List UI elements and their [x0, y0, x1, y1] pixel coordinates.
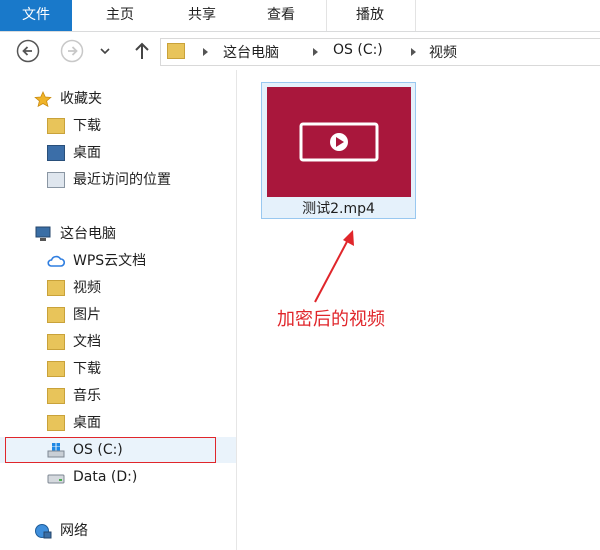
music-folder-icon [47, 388, 65, 404]
up-button[interactable] [130, 39, 154, 63]
folder-icon [167, 43, 185, 59]
cloud-icon [47, 255, 65, 267]
forward-button[interactable] [60, 39, 84, 63]
tab-file[interactable]: 文件 [0, 0, 72, 31]
navigation-bar: 这台电脑 OS (C:) 视频 [0, 32, 600, 70]
downloads-folder-icon [47, 118, 65, 134]
up-arrow-icon [135, 42, 149, 59]
chevron-down-icon [100, 48, 110, 55]
breadcrumb-videos[interactable]: 视频 [429, 42, 457, 62]
desktop-folder-icon [47, 415, 65, 431]
annotation-arrow-icon [314, 230, 354, 303]
computer-icon [35, 226, 51, 241]
video-thumbnail [267, 87, 411, 197]
downloads-folder-icon [47, 361, 65, 377]
tab-divider [326, 0, 327, 31]
breadcrumb-os-c[interactable]: OS (C:) [333, 42, 383, 58]
video-play-icon [299, 122, 379, 162]
back-button[interactable] [16, 39, 40, 63]
chevron-right-icon [313, 48, 318, 56]
tab-divider [415, 0, 416, 31]
chevron-right-icon [411, 48, 416, 56]
tab-home[interactable]: 主页 [90, 0, 150, 31]
videos-folder-icon [47, 280, 65, 296]
annotation-label: 加密后的视频 [277, 309, 385, 330]
file-name: 测试2.mp4 [302, 201, 375, 217]
back-arrow-icon [16, 39, 40, 63]
tab-view[interactable]: 查看 [251, 0, 311, 31]
tab-play[interactable]: 播放 [340, 0, 400, 31]
documents-folder-icon [47, 334, 65, 350]
chevron-right-icon [203, 48, 208, 56]
forward-arrow-icon [60, 39, 84, 63]
pictures-folder-icon [47, 307, 65, 323]
annotation-highlight-box [5, 437, 216, 463]
tab-share[interactable]: 共享 [172, 0, 232, 31]
address-bar[interactable]: 这台电脑 OS (C:) 视频 [160, 38, 600, 66]
network-icon [35, 524, 52, 539]
star-icon [34, 91, 52, 107]
recent-places-icon [47, 172, 65, 188]
drive-icon [47, 474, 65, 484]
breadcrumb-this-pc[interactable]: 这台电脑 [223, 42, 279, 62]
desktop-icon [47, 145, 65, 161]
recent-locations-button[interactable] [98, 39, 112, 63]
pane-divider [236, 70, 237, 550]
file-tile-selected[interactable]: 测试2.mp4 [261, 82, 416, 219]
ribbon-tab-bar: 文件 主页 共享 查看 播放 [0, 0, 600, 32]
